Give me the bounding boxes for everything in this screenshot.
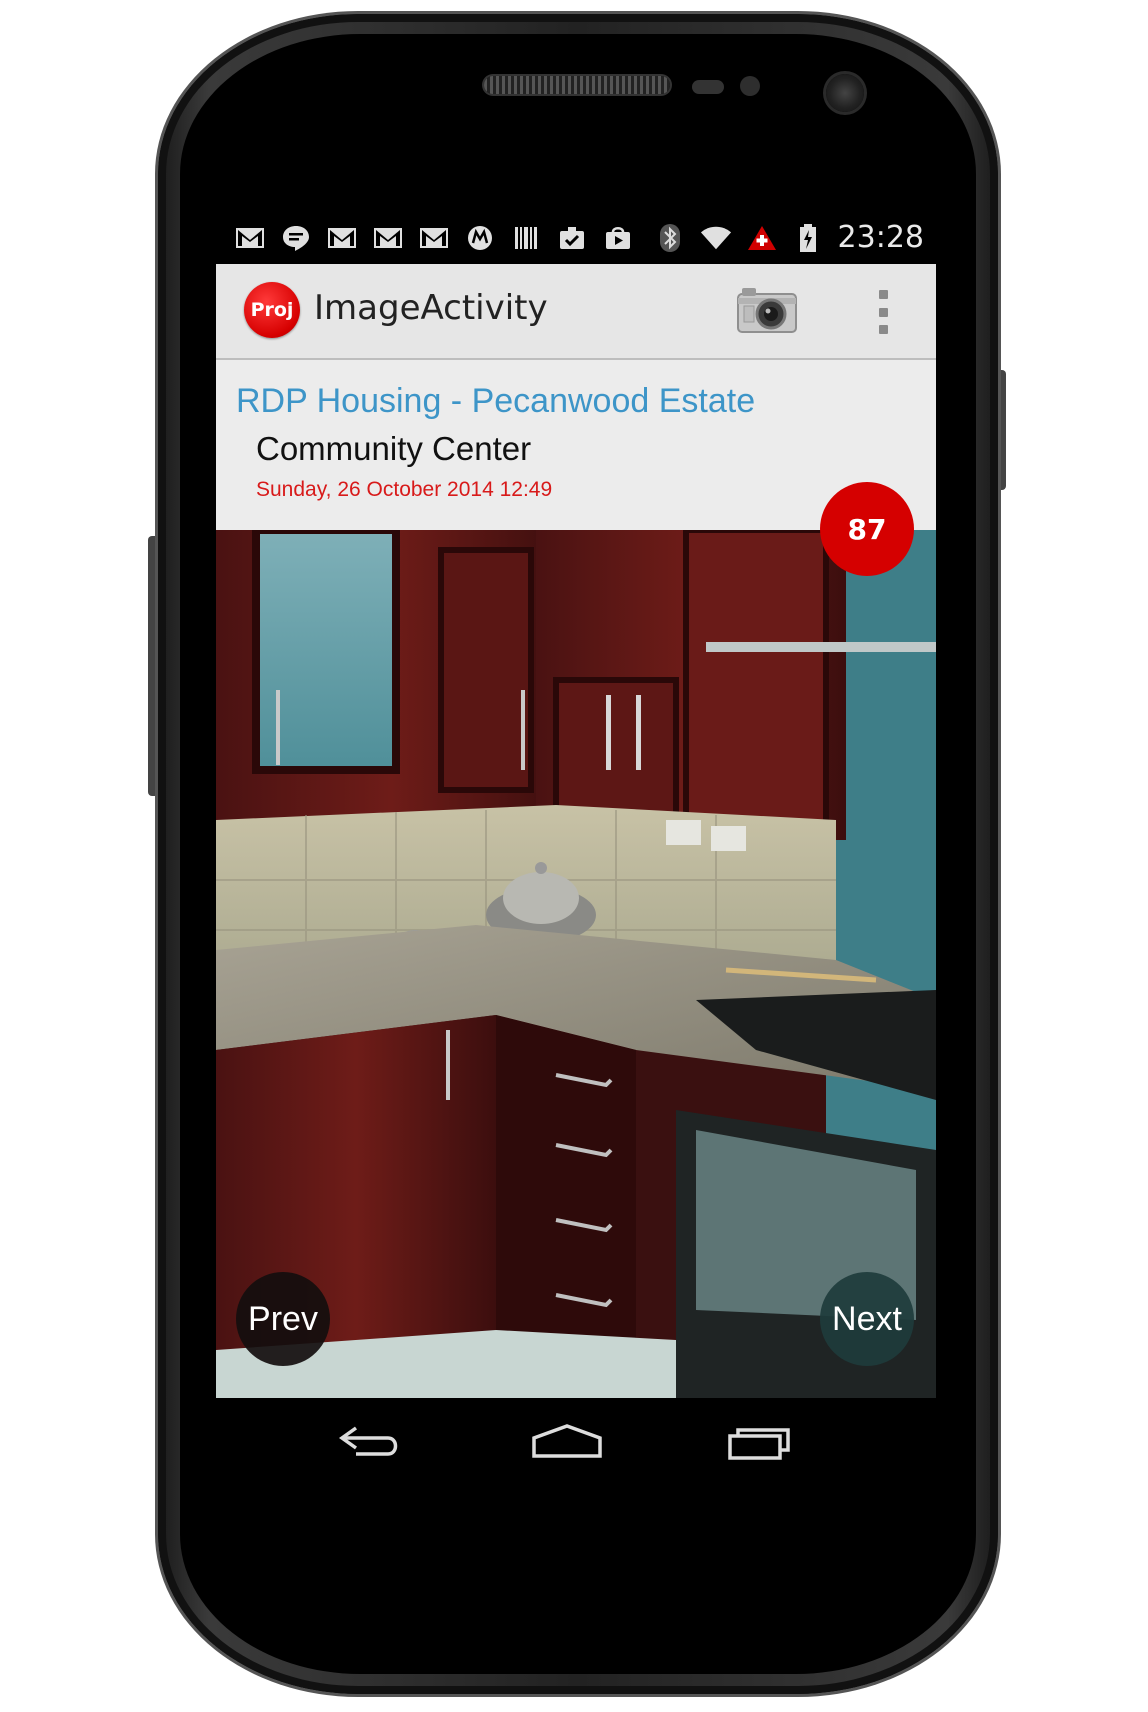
gmail-icon	[326, 224, 358, 252]
overflow-menu-button[interactable]	[868, 286, 898, 338]
photo-count-badge: 87	[820, 482, 914, 576]
home-icon[interactable]	[530, 1422, 604, 1466]
light-sensor	[740, 76, 760, 96]
site-name: Community Center	[256, 430, 532, 467]
battery-charging-icon	[792, 223, 824, 252]
back-icon[interactable]	[338, 1422, 402, 1466]
gmail-icon	[372, 224, 404, 252]
earpiece-speaker	[484, 76, 670, 94]
prev-button[interactable]: Prev	[236, 1272, 330, 1366]
recent-apps-icon[interactable]	[726, 1422, 796, 1466]
barcode-icon	[510, 224, 542, 252]
camera-icon	[737, 288, 797, 333]
motorola-icon	[464, 224, 496, 252]
page-title: ImageActivity	[314, 288, 548, 328]
status-bar: 23:28	[216, 212, 936, 264]
hangouts-icon	[280, 224, 312, 252]
project-name: RDP Housing - Pecanwood Estate	[236, 382, 756, 420]
clipboard-icon	[556, 224, 588, 252]
clock-time: 23:28	[837, 220, 924, 255]
front-camera	[826, 74, 864, 112]
system-nav-bar	[216, 1398, 936, 1494]
bluetooth-icon	[654, 223, 686, 252]
camera-button[interactable]	[734, 284, 800, 336]
alert-icon	[746, 224, 778, 252]
kitchen-photo[interactable]	[216, 530, 936, 1398]
wifi-icon	[700, 224, 732, 252]
action-bar: Proj ImageActivity	[216, 264, 936, 360]
photo-date: Sunday, 26 October 2014 12:49	[256, 478, 553, 501]
gmail-icon	[234, 224, 266, 252]
proximity-sensor	[692, 80, 724, 94]
next-button[interactable]: Next	[820, 1272, 914, 1366]
app-logo[interactable]: Proj	[244, 282, 300, 338]
gmail-icon	[418, 224, 450, 252]
screen: 23:28 Proj ImageActivity RDP Housing - P…	[216, 212, 936, 1494]
play-store-icon	[602, 224, 634, 252]
